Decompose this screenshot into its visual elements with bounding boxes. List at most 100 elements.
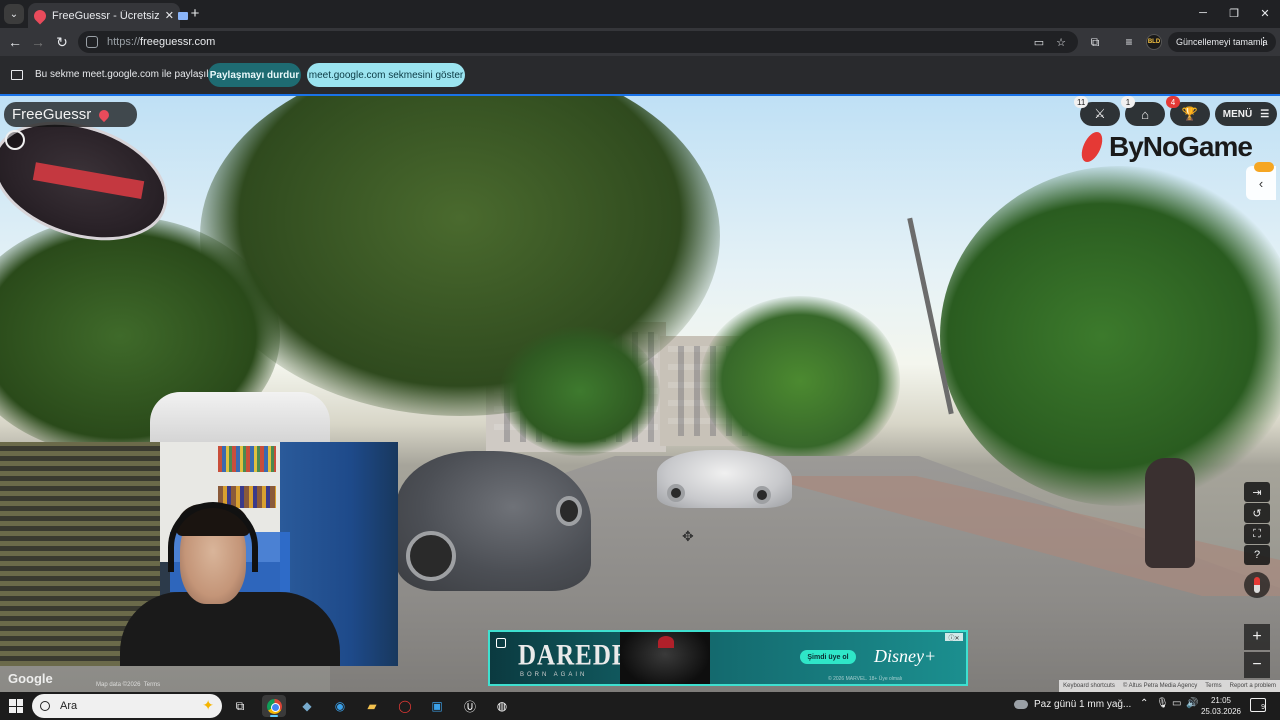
network-icon[interactable]: ▭ [1172, 698, 1181, 709]
tab-title: FreeGuessr - Ücretsiz GeoG [52, 9, 159, 22]
microphone-icon[interactable]: 🎙 [1156, 698, 1169, 709]
car-wheel [753, 486, 771, 504]
map-data-text: Map data ©2026 [96, 682, 141, 688]
pin-icon [97, 107, 112, 122]
show-meet-tab-button[interactable]: meet.google.com sekmesini göster [307, 63, 465, 87]
profile-avatar[interactable]: BLD [1146, 34, 1162, 50]
zoom-in-icon[interactable]: + [1244, 624, 1270, 650]
file-explorer-icon[interactable]: ▰ [360, 695, 384, 717]
lock-icon [496, 638, 506, 648]
url-text: https://freeguessr.com [107, 36, 215, 48]
rain-cloud-icon [1014, 700, 1028, 709]
logo-text: FreeGuessr [12, 106, 92, 123]
notification-center-icon[interactable]: 9 [1250, 698, 1266, 712]
map-terms-text: Terms [143, 682, 161, 688]
disney-plus-logo: Disney+ [874, 646, 937, 666]
update-button[interactable]: Güncellemeyi tamamla ⋮ [1168, 32, 1276, 52]
fullscreen-icon[interactable]: ⛶ [1244, 524, 1270, 544]
keyboard-shortcuts-link[interactable]: Keyboard shortcuts [1063, 683, 1115, 689]
tree-middle [500, 326, 660, 456]
chevron-left-icon: ‹ [1258, 175, 1264, 191]
back-icon[interactable]: ← [5, 32, 25, 52]
store-app-icon[interactable]: ▣ [425, 695, 449, 717]
car-wheel [406, 531, 456, 581]
address-bar[interactable]: https://freeguessr.com ▭ ☆ [78, 31, 1078, 53]
weather-text: Paz günü 1 mm yağ... [1034, 699, 1132, 710]
browser-tab-strip: ⌄ FreeGuessr - Ücretsiz GeoG ✕ + ─ ❐ ✕ [0, 0, 1280, 28]
menu-button[interactable]: MENÜ ☰ [1215, 102, 1277, 126]
sharing-message: Bu sekme meet.google.com ile paylaşılıyo… [35, 69, 226, 80]
battle-button[interactable]: ⚔ 11 [1074, 96, 1120, 126]
report-problem-link[interactable]: Report a problem [1230, 683, 1276, 689]
hamburger-icon: ☰ [1260, 108, 1270, 120]
site-info-icon[interactable] [86, 36, 98, 48]
sponsor-logo[interactable]: ByNoGame [1078, 130, 1263, 164]
ad-character-image [620, 632, 710, 684]
expand-map-icon[interactable]: ⇥ [1244, 482, 1270, 502]
volume-icon[interactable]: 🔊 [1186, 698, 1198, 709]
pedestrian [1145, 458, 1195, 568]
tab-close-icon[interactable]: ✕ [165, 9, 174, 22]
stop-sharing-button[interactable]: Paylaşmayı durdur [208, 63, 301, 87]
task-view-icon[interactable]: ⧉ [228, 695, 252, 717]
search-icon [40, 701, 50, 711]
tab-sharing-infobar: Bu sekme meet.google.com ile paylaşılıyo… [0, 56, 1280, 94]
ad-subscribe-button[interactable]: Şimdi üye ol [800, 650, 856, 664]
system-clock[interactable]: 21:05 25.03.2026 [1200, 695, 1242, 717]
minimize-icon[interactable]: ─ [1188, 4, 1218, 22]
profile-icon[interactable] [5, 130, 25, 150]
books-top [218, 446, 276, 472]
tab-search-button[interactable]: ⌄ [4, 4, 24, 24]
compass-icon[interactable] [1244, 572, 1270, 598]
freeguessr-favicon-icon [31, 7, 49, 24]
close-window-icon[interactable]: ✕ [1250, 4, 1280, 22]
edge-icon[interactable]: ◉ [328, 695, 352, 717]
copilot-sparkle-icon: ✦ [202, 697, 214, 713]
ad-banner[interactable]: DAREDEVIL BORN AGAIN Şimdi üye ol Disney… [488, 630, 968, 686]
bynogame-logo-icon [1078, 132, 1106, 162]
car-wheel [556, 496, 582, 526]
ad-subtitle: BORN AGAIN [520, 672, 588, 678]
taskbar-search[interactable]: Ara ✦ [32, 694, 222, 718]
browser-toolbar: ← → ↻ https://freeguessr.com ▭ ☆ ⧉ ≡ BLD… [0, 28, 1280, 56]
unreal-engine-icon[interactable]: Ⓤ [458, 695, 482, 717]
extensions-icon[interactable]: ⧉ [1085, 32, 1105, 52]
copyright-text: © Altus Petra Media Agency [1122, 683, 1198, 689]
trophy-button[interactable]: 🏆 4 [1166, 96, 1210, 126]
street-view-panorama[interactable]: FreeGuessr ⚔ 11 ⌂ 1 🏆 4 MENÜ ☰ ByNoGame … [0, 94, 1280, 692]
side-panel-toggle[interactable]: ‹ [1246, 162, 1276, 200]
help-icon[interactable]: ? [1244, 545, 1270, 565]
battle-count-badge: 11 [1074, 96, 1089, 108]
move-cursor-icon: ✥ [682, 528, 694, 544]
tray-chevron-up-icon[interactable]: ⌃ [1140, 698, 1148, 709]
weather-widget[interactable]: Paz günü 1 mm yağ... [1014, 699, 1131, 710]
chrome-taskbar-icon[interactable] [262, 695, 286, 717]
shop-button[interactable]: ⌂ 1 [1121, 96, 1165, 126]
copilot-icon[interactable]: ◆ [295, 695, 319, 717]
obs-icon[interactable]: ◍ [490, 695, 514, 717]
opera-icon[interactable]: ◯ [393, 695, 417, 717]
car-wheel [667, 484, 685, 502]
bookmark-star-icon[interactable]: ☆ [1054, 35, 1068, 49]
clock-time: 21:05 [1210, 696, 1232, 705]
cast-icon[interactable]: ▭ [1032, 35, 1046, 49]
restore-icon[interactable]: ❐ [1219, 4, 1249, 22]
start-button-icon[interactable] [9, 699, 23, 713]
sponsor-name: ByNoGame [1109, 131, 1253, 162]
screen-share-icon [11, 70, 23, 80]
google-watermark: Google [8, 671, 53, 686]
forward-icon[interactable]: → [28, 32, 48, 52]
zoom-out-icon[interactable]: − [1244, 652, 1270, 678]
terms-link[interactable]: Terms [1205, 683, 1221, 689]
freeguessr-logo[interactable]: FreeGuessr [4, 102, 137, 127]
menu-label: MENÜ [1222, 108, 1253, 120]
reload-icon[interactable]: ↻ [52, 32, 72, 52]
map-data-label: Map data ©2026 Terms [96, 682, 160, 688]
url-host: freeguessr.com [140, 36, 216, 48]
ad-info-close-icon[interactable]: ⓘ✕ [945, 633, 963, 642]
new-tab-button[interactable]: + [186, 4, 204, 22]
return-to-start-icon[interactable]: ↺ [1244, 503, 1270, 523]
tab-freeguessr[interactable]: FreeGuessr - Ücretsiz GeoG ✕ [28, 3, 188, 28]
media-controls-icon[interactable]: ≡ [1119, 32, 1139, 52]
more-menu-icon[interactable]: ⋮ [1258, 35, 1269, 48]
